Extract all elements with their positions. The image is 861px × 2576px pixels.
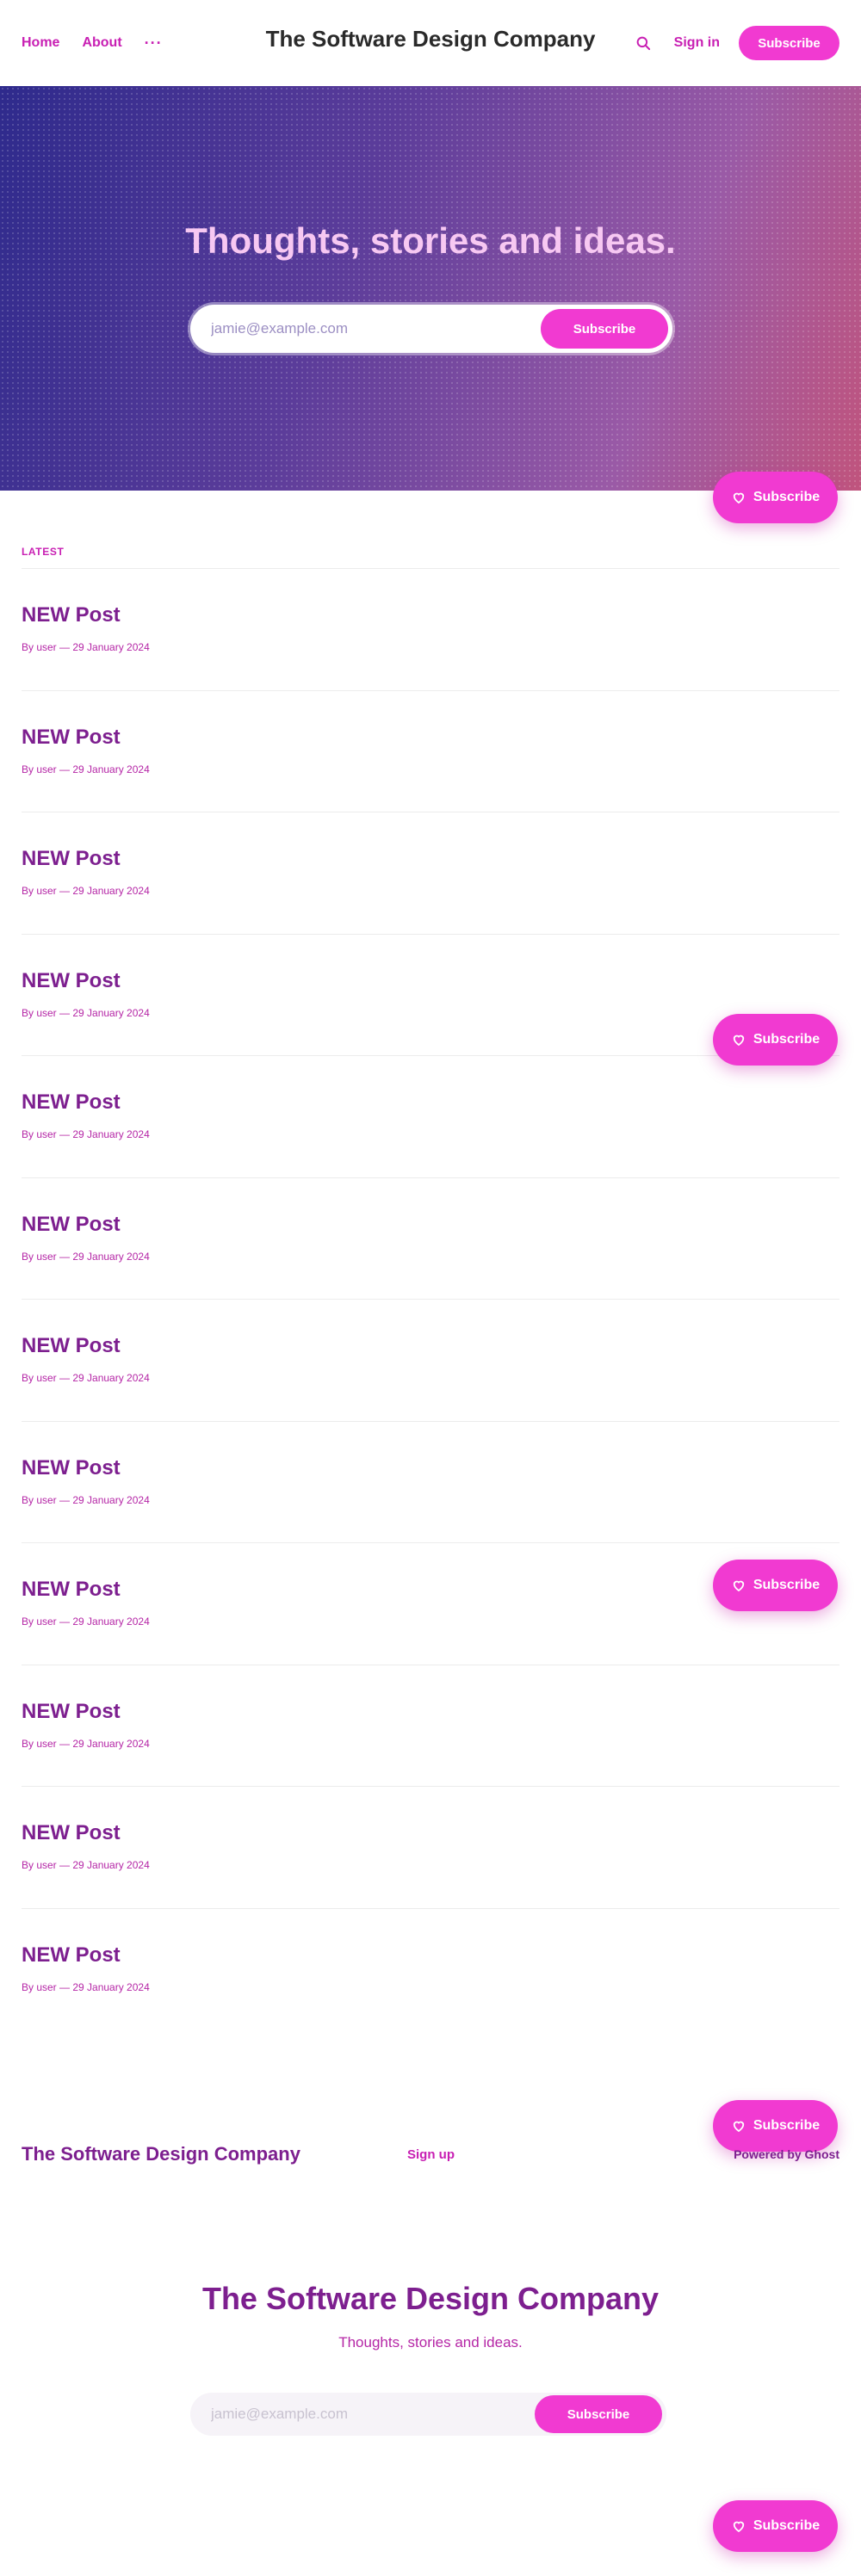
- heart-icon: [731, 1578, 746, 1593]
- post-title[interactable]: NEW Post: [22, 1213, 121, 1237]
- portal-subscribe-button[interactable]: Subscribe: [713, 1560, 838, 1611]
- post-meta: By user — 29 January 2024: [22, 1980, 150, 1993]
- post-title[interactable]: NEW Post: [22, 1943, 121, 1968]
- portal-subscribe-button[interactable]: Subscribe: [713, 472, 838, 523]
- feed-item[interactable]: NEW Post By user — 29 January 2024: [22, 1420, 839, 1543]
- hero-title: Thoughts, stories and ideas.: [185, 220, 676, 261]
- feed-item[interactable]: NEW Post By user — 29 January 2024: [22, 1542, 839, 1665]
- primary-nav: Home About ···: [22, 34, 163, 53]
- signin-link[interactable]: Sign in: [674, 35, 720, 51]
- post-title[interactable]: NEW Post: [22, 1578, 121, 1602]
- cta-subscribe-form: Subscribe: [190, 2393, 666, 2436]
- post-meta: By user — 29 January 2024: [22, 1737, 150, 1750]
- powered-by-link[interactable]: Powered by Ghost: [734, 2147, 839, 2161]
- site-title[interactable]: The Software Design Company: [266, 26, 596, 52]
- search-icon: [636, 36, 650, 51]
- feed-item[interactable]: NEW Post By user — 29 January 2024: [22, 1177, 839, 1300]
- feed-item[interactable]: NEW Post By user — 29 January 2024: [22, 1299, 839, 1421]
- post-meta: By user — 29 January 2024: [22, 1250, 150, 1263]
- post-meta: By user — 29 January 2024: [22, 1493, 150, 1506]
- portal-subscribe-label: Subscribe: [753, 1578, 821, 1592]
- feed-item[interactable]: NEW Post By user — 29 January 2024: [22, 1786, 839, 1908]
- nav-about[interactable]: About: [82, 35, 121, 51]
- post-title[interactable]: NEW Post: [22, 603, 121, 627]
- hero-subscribe-form: Subscribe: [190, 305, 672, 353]
- nav-home[interactable]: Home: [22, 35, 59, 51]
- page: Home About ··· The Software Design Compa…: [0, 0, 861, 2576]
- feed-item[interactable]: NEW Post By user — 29 January 2024: [22, 568, 839, 690]
- cta-email-input[interactable]: [211, 2406, 535, 2423]
- site-footer: The Software Design Company Sign up Powe…: [22, 2143, 839, 2169]
- feed-item[interactable]: NEW Post By user — 29 January 2024: [22, 689, 839, 812]
- post-title[interactable]: NEW Post: [22, 1700, 121, 1724]
- more-menu-button[interactable]: ···: [145, 34, 163, 53]
- post-meta: By user — 29 January 2024: [22, 885, 150, 897]
- hero-banner: Thoughts, stories and ideas. Subscribe: [0, 86, 861, 491]
- search-button[interactable]: [631, 31, 655, 55]
- cta-title: The Software Design Company: [201, 2281, 660, 2316]
- feed-item[interactable]: NEW Post By user — 29 January 2024: [22, 1664, 839, 1787]
- header-subscribe-button[interactable]: Subscribe: [739, 26, 839, 60]
- post-meta: By user — 29 January 2024: [22, 641, 150, 653]
- heart-icon: [731, 2518, 746, 2534]
- footer-site-title[interactable]: The Software Design Company: [22, 2143, 300, 2165]
- post-meta: By user — 29 January 2024: [22, 1372, 150, 1384]
- post-meta: By user — 29 January 2024: [22, 1615, 150, 1628]
- heart-icon: [731, 490, 746, 505]
- hero-email-input[interactable]: [211, 320, 541, 337]
- feed-item[interactable]: NEW Post By user — 29 January 2024: [22, 1907, 839, 2030]
- post-meta: By user — 29 January 2024: [22, 1859, 150, 1871]
- post-title[interactable]: NEW Post: [22, 1821, 121, 1845]
- post-title[interactable]: NEW Post: [22, 847, 121, 871]
- heart-icon: [731, 2118, 746, 2134]
- feed-item[interactable]: NEW Post By user — 29 January 2024: [22, 812, 839, 934]
- portal-subscribe-button[interactable]: Subscribe: [713, 2500, 838, 2552]
- site-header: Home About ··· The Software Design Compa…: [0, 0, 861, 86]
- post-title[interactable]: NEW Post: [22, 1090, 121, 1115]
- heart-icon: [731, 1032, 746, 1047]
- post-meta: By user — 29 January 2024: [22, 1006, 150, 1019]
- post-title[interactable]: NEW Post: [22, 726, 121, 750]
- post-title[interactable]: NEW Post: [22, 969, 121, 993]
- feed-item[interactable]: NEW Post By user — 29 January 2024: [22, 1055, 839, 1177]
- portal-subscribe-button[interactable]: Subscribe: [713, 1014, 838, 1066]
- post-title[interactable]: NEW Post: [22, 1334, 121, 1358]
- portal-subscribe-label: Subscribe: [753, 490, 821, 504]
- cta-subscribe-button[interactable]: Subscribe: [535, 2395, 662, 2433]
- header-actions: Sign in Subscribe: [631, 26, 839, 60]
- post-meta: By user — 29 January 2024: [22, 1128, 150, 1140]
- footer-signup-link[interactable]: Sign up: [407, 2147, 455, 2162]
- feed-section-label: LATEST: [22, 546, 65, 558]
- post-feed: NEW Post By user — 29 January 2024 NEW Po…: [22, 568, 839, 2029]
- cta-subtitle: Thoughts, stories and ideas.: [338, 2334, 523, 2351]
- hero-subscribe-button[interactable]: Subscribe: [541, 309, 668, 349]
- post-meta: By user — 29 January 2024: [22, 763, 150, 775]
- portal-subscribe-label: Subscribe: [753, 2118, 821, 2133]
- portal-subscribe-label: Subscribe: [753, 2518, 821, 2533]
- portal-subscribe-label: Subscribe: [753, 1032, 821, 1047]
- post-title[interactable]: NEW Post: [22, 1456, 121, 1480]
